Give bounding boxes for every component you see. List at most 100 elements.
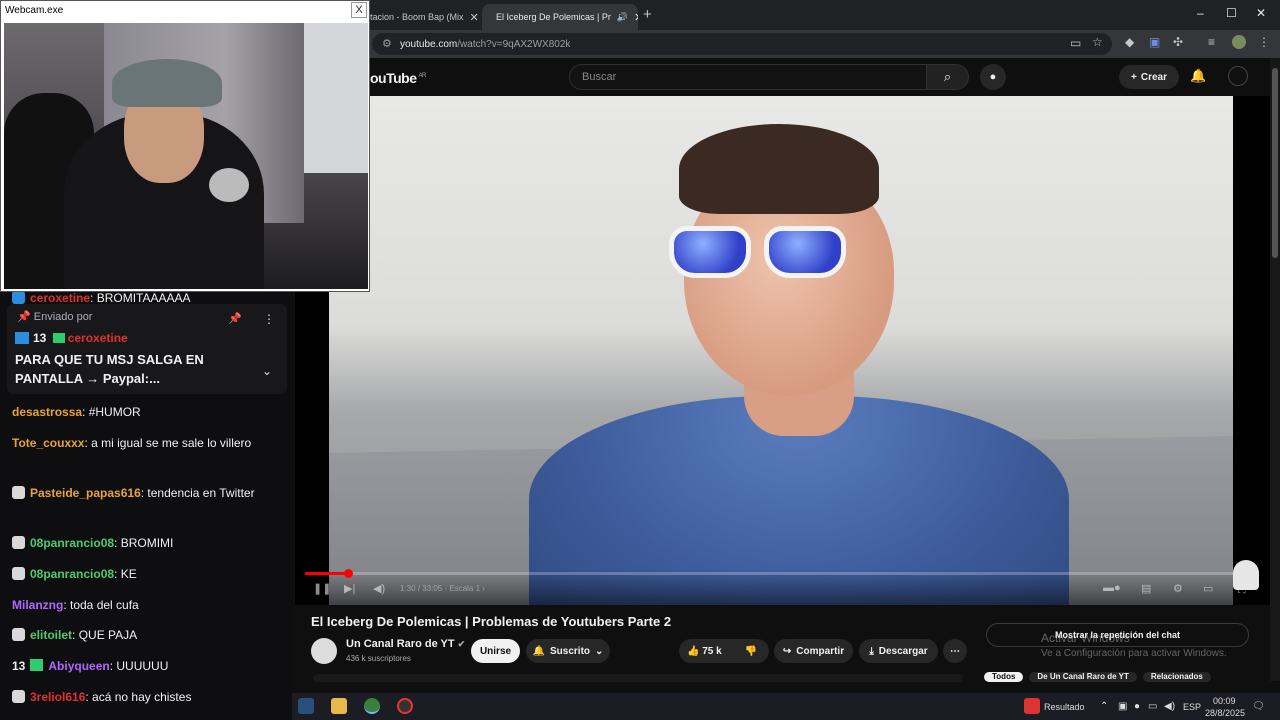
page-scrollbar[interactable] [1270, 58, 1280, 681]
url-path: /watch?v=9qAX2WX802k [457, 38, 571, 50]
file-explorer-icon[interactable] [331, 698, 347, 714]
chat-username[interactable]: desastrossa [12, 405, 82, 419]
download-label: Descargar [878, 645, 928, 657]
chat-username[interactable]: 08panrancio08 [30, 567, 114, 581]
taskbar-search-result[interactable]: Resultado [1044, 702, 1085, 712]
ghost-badge-icon [12, 690, 25, 703]
chat-text: a mi igual se me sale lo villero [91, 436, 252, 450]
subtitles-icon[interactable]: ▤ [1141, 582, 1151, 595]
close-window-button[interactable]: ✕ [1256, 6, 1266, 20]
channel-name[interactable]: Un Canal Raro de YT ✔ [346, 638, 465, 650]
progress-knob[interactable] [343, 569, 353, 578]
like-button[interactable]: 👍 75 k [687, 646, 722, 657]
gift-icon [30, 659, 44, 671]
notification-center-icon[interactable]: 🗨 [1252, 701, 1265, 712]
dislike-button[interactable]: 👎 [745, 646, 757, 657]
notifications-bell-icon[interactable]: 🔔 [1190, 68, 1206, 84]
video-sunglasses [669, 226, 859, 278]
subscribed-button[interactable]: 🔔 Suscrito ⌄ [526, 639, 610, 663]
download-button[interactable]: ⤓ Descargar [859, 639, 938, 663]
chat-username[interactable]: 08panrancio08 [30, 536, 114, 550]
chip-all[interactable]: Todos [984, 672, 1024, 682]
progress-fill [305, 572, 348, 575]
clock-date[interactable]: 28/8/2025 [1205, 708, 1245, 718]
tab-close-icon[interactable]: ✕ [470, 11, 479, 24]
youtube-logo[interactable]: ouTube AR [370, 70, 426, 86]
badge-count: 13 [12, 659, 26, 673]
extension-icon[interactable]: ◆ [1125, 35, 1134, 49]
chat-username[interactable]: Abiyqueen [48, 659, 109, 673]
search-button[interactable]: ⌕ [927, 64, 969, 90]
tray-chevron-icon[interactable]: ⌃ [1100, 701, 1108, 712]
tab-boom-bap[interactable]: tacion - Boom Bap (Mix ✕ [362, 4, 480, 30]
url-field[interactable]: youtube.com/watch?v=9qAX2WX802k [372, 33, 1112, 55]
chat-username[interactable]: Pasteide_papas616 [30, 486, 141, 500]
input-language[interactable]: ESP [1183, 702, 1201, 712]
scrollbar-thumb[interactable] [1272, 68, 1278, 258]
steam-icon[interactable] [298, 698, 314, 714]
chat-username[interactable]: Milanzng [12, 598, 63, 612]
description-box[interactable] [313, 674, 963, 682]
next-icon[interactable]: ▶| [344, 582, 355, 595]
right-lens [764, 226, 846, 278]
settings-gear-icon[interactable]: ⚙ [1173, 582, 1183, 595]
media-control-icon[interactable]: ≡ [1208, 35, 1215, 49]
list-item: desastrossa: #HUMOR [12, 405, 141, 419]
chat-text: QUE PAJA [78, 628, 138, 642]
join-button[interactable]: Unirse [471, 639, 520, 663]
account-avatar[interactable] [1228, 66, 1248, 86]
puzzle-icon[interactable]: ✣ [1173, 35, 1183, 49]
miniplayer-icon[interactable]: ▭ [1203, 582, 1213, 595]
tray-volume-icon[interactable]: ◀) [1164, 701, 1175, 712]
profile-avatar-icon[interactable] [1232, 35, 1246, 49]
chip-channel[interactable]: De Un Canal Raro de YT [1029, 672, 1137, 682]
verified-icon: ✔ [457, 639, 466, 649]
video-frame[interactable] [329, 96, 1233, 605]
share-button[interactable]: ↪ Compartir [774, 639, 853, 663]
more-actions-button[interactable]: ⋯ [943, 639, 967, 663]
clock-time[interactable]: 00:09 [1213, 696, 1236, 706]
search-input[interactable]: Buscar [569, 64, 927, 90]
pinned-more-icon[interactable]: ⋮ [263, 312, 275, 326]
cast-icon[interactable]: ▭ [1070, 36, 1081, 50]
webcam-close-button[interactable]: X [351, 2, 367, 18]
chip-related[interactable]: Relacionados [1142, 672, 1211, 682]
tray-mic-icon[interactable]: ● [1134, 701, 1140, 712]
tray-lock-icon[interactable]: ▣ [1118, 701, 1127, 712]
share-label: Compartir [796, 645, 845, 657]
autoplay-toggle[interactable]: ▬● [1103, 582, 1121, 594]
search-icon: ⌕ [943, 69, 952, 84]
create-button[interactable]: + Crear [1119, 65, 1179, 89]
browser-menu-icon[interactable]: ⋮ [1258, 35, 1270, 49]
chat-username[interactable]: 3reliol616 [30, 690, 85, 704]
pause-icon[interactable]: ❚❚ [313, 582, 331, 595]
webcam-window[interactable]: Webcam.exe X [0, 0, 370, 292]
pinned-sender: 📌 Enviado por [17, 311, 93, 323]
obs-icon[interactable] [397, 698, 413, 714]
minimize-button[interactable]: – [1197, 6, 1204, 20]
widget-icon[interactable] [1024, 698, 1040, 714]
bell-icon: 🔔 [532, 645, 546, 657]
maximize-button[interactable]: ☐ [1226, 6, 1237, 20]
volume-icon[interactable]: ◀) [373, 582, 385, 595]
voice-search-button[interactable]: ● [980, 64, 1006, 90]
chevron-down-icon[interactable]: ⌄ [262, 364, 272, 378]
channel-avatar[interactable] [311, 638, 337, 664]
chrome-icon[interactable] [364, 698, 380, 714]
ghost-badge-icon [12, 536, 25, 549]
site-info-icon[interactable]: ⚙ [382, 37, 392, 50]
progress-bar[interactable] [305, 569, 1255, 578]
pinned-message[interactable]: 📌 Enviado por 📌 ⋮ 13 ceroxetine PARA QUE… [7, 304, 287, 394]
tray-network-icon[interactable]: ▭ [1148, 701, 1157, 712]
pinned-user[interactable]: 13 ceroxetine [15, 331, 128, 345]
translate-icon[interactable]: ▣ [1149, 35, 1160, 49]
tab-close-icon[interactable]: ✕ [634, 11, 638, 24]
audio-icon[interactable]: 🔊 [617, 12, 628, 23]
new-tab-button[interactable]: + [643, 6, 652, 23]
tab-iceberg-active[interactable]: El Iceberg De Polemicas | Pr 🔊 ✕ [482, 4, 638, 30]
chat-username[interactable]: elitoilet [30, 628, 72, 642]
bookmark-star-icon[interactable]: ☆ [1092, 35, 1103, 49]
pin-icon[interactable]: 📌 [228, 312, 242, 325]
chat-username[interactable]: Tote_couxxx [12, 436, 84, 450]
activate-windows-subtitle: Ve a Configuración para activar Windows. [1041, 648, 1227, 659]
